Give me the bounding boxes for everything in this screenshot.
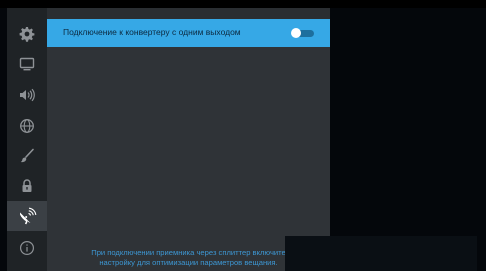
lock-icon [19,178,35,194]
sidebar-item-language[interactable] [7,111,47,141]
sidebar-item-info[interactable] [7,233,47,263]
sidebar-item-sound[interactable] [7,80,47,110]
screen: Подключение к конвертеру с одним выходом… [0,0,486,271]
panel-top-band [47,8,330,19]
sidebar-item-general-settings[interactable] [7,19,47,49]
sidebar-item-display[interactable] [7,49,47,79]
gear-icon [19,26,35,42]
satellite-settings-panel: Подключение к конвертеру с одним выходом… [47,8,330,271]
tv-icon [19,56,35,72]
sidebar-item-appearance[interactable] [7,141,47,171]
sidebar-item-parental-control[interactable] [7,171,47,201]
globe-icon [19,118,35,134]
option-label: Подключение к конвертеру с одним выходом [63,27,241,37]
single-output-converter-option[interactable]: Подключение к конвертеру с одним выходом [47,19,330,47]
satellite-dish-icon [17,206,37,226]
settings-sidebar [7,8,47,271]
single-output-converter-toggle[interactable] [291,28,315,38]
top-strip [0,0,486,8]
toggle-knob [291,28,301,38]
preview-area [330,8,486,271]
info-icon [19,240,35,256]
background-block [285,236,477,271]
brush-icon [19,148,35,164]
sound-icon [18,87,36,103]
sidebar-item-satellite[interactable] [7,201,47,231]
